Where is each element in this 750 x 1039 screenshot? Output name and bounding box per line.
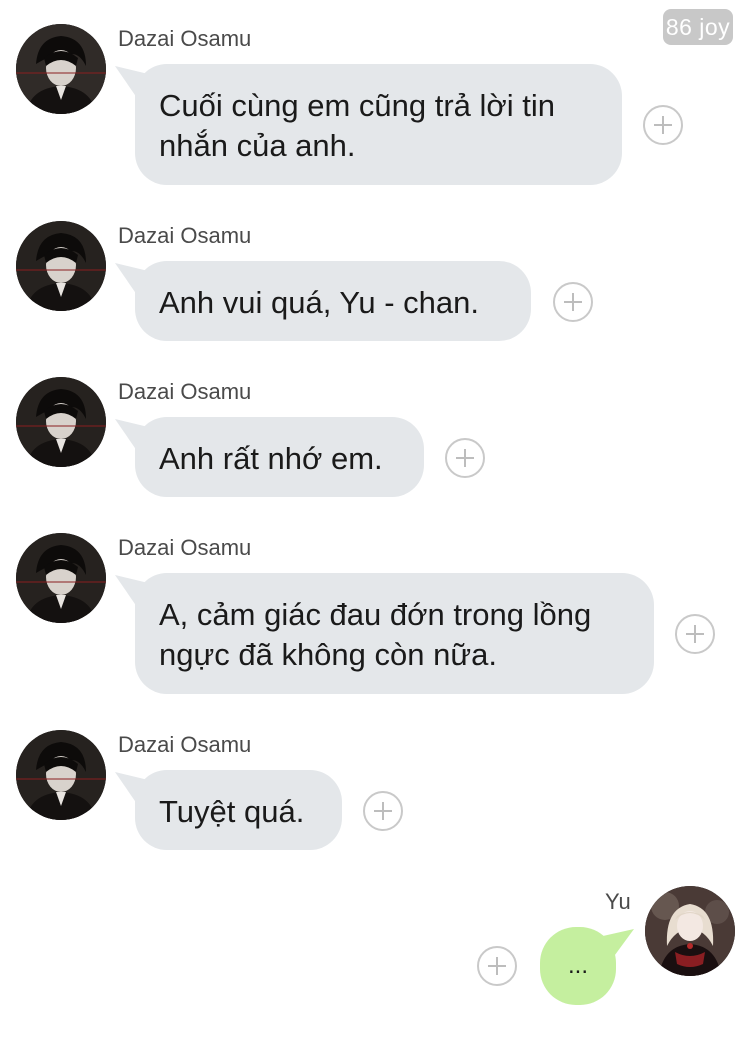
sender-avatar[interactable] <box>16 221 106 311</box>
sender-avatar[interactable] <box>16 24 106 114</box>
message-bubble[interactable]: Anh vui quá, Yu - chan. <box>135 261 531 341</box>
sender-name: Dazai Osamu <box>118 26 252 51</box>
plus-circle-icon[interactable] <box>363 791 403 831</box>
sender-avatar[interactable] <box>16 377 106 467</box>
dazai-avatar-icon <box>16 533 106 623</box>
dazai-avatar-icon <box>16 221 106 311</box>
message-line: A, cảm giác đau đớn trong lồng <box>159 597 592 632</box>
sender-name: Yu <box>605 889 631 914</box>
message-line: Anh rất nhớ em. <box>159 441 383 476</box>
dazai-avatar-icon <box>16 24 106 114</box>
sender-name: Dazai Osamu <box>118 535 252 560</box>
message-line: nhắn của anh. <box>159 128 356 163</box>
sender-name: Dazai Osamu <box>118 379 252 404</box>
message-line: Anh vui quá, Yu - chan. <box>159 285 479 320</box>
dazai-avatar-icon <box>16 730 106 820</box>
message-bubble[interactable]: Cuối cùng em cũng trả lời tin nhắn của a… <box>135 64 622 185</box>
message-line: ngực đã không còn nữa. <box>159 637 497 672</box>
plus-circle-icon[interactable] <box>553 282 593 322</box>
plus-circle-icon[interactable] <box>643 105 683 145</box>
plus-circle-icon[interactable] <box>675 614 715 654</box>
plus-circle-icon[interactable] <box>445 438 485 478</box>
sender-avatar[interactable] <box>16 533 106 623</box>
message-text: ... <box>567 952 588 979</box>
dazai-avatar-icon <box>16 377 106 467</box>
sender-avatar[interactable] <box>16 730 106 820</box>
sender-name: Dazai Osamu <box>118 223 252 248</box>
message-bubble[interactable]: Tuyệt quá. <box>135 770 342 850</box>
watermark-badge: 86 joy <box>663 9 733 45</box>
plus-circle-icon[interactable] <box>477 946 517 986</box>
user-avatar[interactable] <box>645 886 735 976</box>
message-bubble-outgoing[interactable]: ... <box>540 927 616 1005</box>
message-line: Tuyệt quá. <box>159 794 305 829</box>
message-bubble[interactable]: A, cảm giác đau đớn trong lồng ngực đã k… <box>135 573 654 694</box>
sender-name: Dazai Osamu <box>118 732 252 757</box>
yu-avatar-icon <box>645 886 735 976</box>
message-bubble[interactable]: Anh rất nhớ em. <box>135 417 424 497</box>
message-line: Cuối cùng em cũng trả lời tin <box>159 88 555 123</box>
